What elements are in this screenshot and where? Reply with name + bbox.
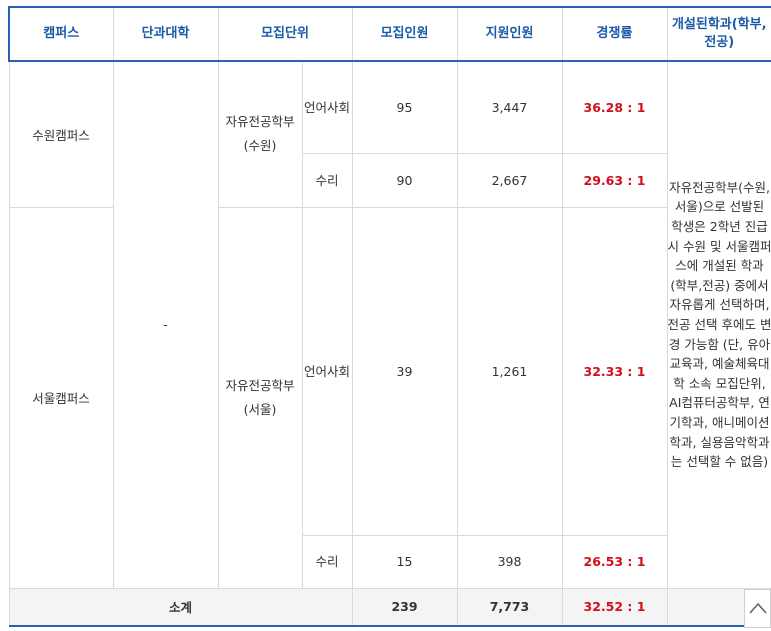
chevron-up-icon (749, 602, 767, 614)
majors-description: 자유전공학부(수원,서울)으로 선발된 학생은 2학년 진급시 수원 및 서울캠… (666, 60, 771, 589)
header-majors: 개설된학과(학부,전공) (666, 6, 771, 62)
ratio-cell: 26.53 : 1 (561, 534, 668, 589)
total-label: 소계 (8, 587, 353, 627)
campus-cell-suwon: 수원캠퍼스 (8, 60, 114, 208)
applicants-cell: 3,447 (456, 60, 563, 154)
quota-cell: 95 (351, 60, 458, 154)
admission-table: 캠퍼스 단과대학 모집단위 모집인원 지원인원 경쟁률 개설된학과(학부,전공)… (8, 6, 771, 627)
college-cell: - (112, 60, 219, 589)
sub-cell: 언어사회 (301, 206, 353, 536)
total-row: 소계 239 7,773 32.52 : 1 (8, 587, 771, 627)
quota-cell: 90 (351, 152, 458, 208)
total-quota: 239 (351, 587, 458, 627)
applicants-cell: 1,261 (456, 206, 563, 536)
header-unit: 모집단위 (217, 6, 353, 62)
quota-cell: 39 (351, 206, 458, 536)
unit-cell-seoul: 자유전공학부(서울) (217, 206, 303, 589)
total-ratio: 32.52 : 1 (561, 587, 668, 627)
total-applicants: 7,773 (456, 587, 563, 627)
header-college: 단과대학 (112, 6, 219, 62)
header-ratio: 경쟁률 (561, 6, 668, 62)
applicants-cell: 398 (456, 534, 563, 589)
header-campus: 캠퍼스 (8, 6, 114, 62)
header-applicants: 지원인원 (456, 6, 563, 62)
sub-cell: 수리 (301, 534, 353, 589)
unit-cell-suwon: 자유전공학부(수원) (217, 60, 303, 208)
applicants-cell: 2,667 (456, 152, 563, 208)
header-quota: 모집인원 (351, 6, 458, 62)
campus-cell-seoul: 서울캠퍼스 (8, 206, 114, 589)
quota-cell: 15 (351, 534, 458, 589)
header-row: 캠퍼스 단과대학 모집단위 모집인원 지원인원 경쟁률 개설된학과(학부,전공) (8, 6, 771, 62)
ratio-cell: 32.33 : 1 (561, 206, 668, 536)
scroll-top-button[interactable] (744, 589, 771, 628)
ratio-cell: 36.28 : 1 (561, 60, 668, 154)
ratio-cell: 29.63 : 1 (561, 152, 668, 208)
sub-cell: 수리 (301, 152, 353, 208)
sub-cell: 언어사회 (301, 60, 353, 154)
table-row: 수원캠퍼스 - 자유전공학부(수원) 언어사회 95 3,447 36.28 :… (8, 60, 771, 589)
